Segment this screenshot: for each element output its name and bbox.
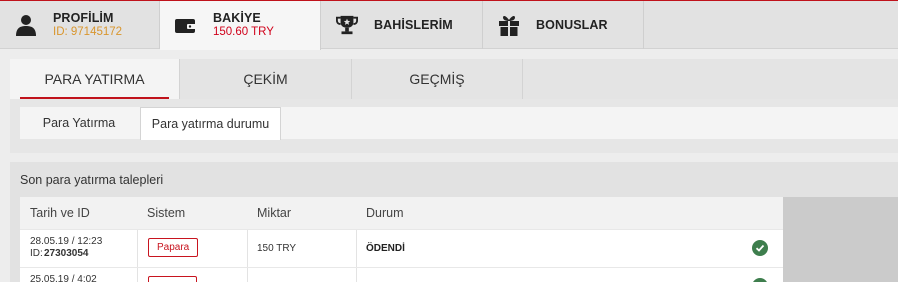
table-row[interactable]: 25.05.19 / 4:02 (20, 267, 783, 282)
option-deposit[interactable]: Para Yatırma (20, 107, 138, 139)
row-id-label: ID: (30, 248, 43, 259)
tab-bonuses[interactable]: BONUSLAR (483, 1, 644, 49)
deposit-subnav: PARA YATIRMA ÇEKİM GEÇMİŞ (10, 59, 898, 99)
row-date: 28.05.19 / 12:23 (30, 236, 103, 247)
tab-balance[interactable]: BAKİYE 150.60 TRY (160, 1, 321, 50)
option-deposit-label: Para Yatırma (42, 116, 116, 130)
account-top-nav: PROFİLİM ID: 97145172 BAKİYE 150.60 TRY … (0, 0, 898, 50)
row-amount: 150 TRY (257, 243, 297, 254)
row-id: 27303054 (44, 248, 89, 259)
user-icon (15, 14, 37, 36)
tab-withdraw-label: ÇEKİM (243, 71, 288, 87)
table-header: Tarih ve ID Sistem Miktar Durum (20, 197, 783, 229)
tab-history[interactable]: GEÇMİŞ (352, 59, 523, 99)
table-row[interactable]: 28.05.19 / 12:23 ID: 27303054 Papara 150… (20, 229, 783, 267)
recent-deposits-panel: Son para yatırma talepleri Tarih ve ID S… (10, 162, 898, 282)
tab-my-bets-title: BAHİSLERİM (374, 17, 453, 32)
option-deposit-status[interactable]: Para yatırma durumu (140, 107, 281, 140)
wallet-icon (175, 15, 197, 37)
check-circle-icon (752, 278, 768, 282)
balance-amount: 150.60 TRY (213, 26, 274, 38)
trophy-icon (336, 14, 358, 36)
tab-history-label: GEÇMİŞ (409, 71, 465, 87)
col-system: Sistem (147, 206, 186, 220)
col-date-id: Tarih ve ID (30, 206, 90, 220)
tab-profile[interactable]: PROFİLİM ID: 97145172 (0, 1, 160, 49)
tab-deposit-label: PARA YATIRMA (44, 71, 145, 87)
profile-id: ID: 97145172 (53, 25, 123, 38)
system-badge (148, 276, 197, 282)
deposit-sub-options: Para Yatırma Para yatırma durumu (10, 99, 898, 153)
tab-bonuses-title: BONUSLAR (536, 17, 608, 32)
tab-withdraw[interactable]: ÇEKİM (180, 59, 352, 99)
col-amount: Miktar (257, 206, 292, 220)
col-status: Durum (366, 206, 404, 220)
option-deposit-status-label: Para yatırma durumu (151, 117, 270, 131)
row-date: 25.05.19 / 4:02 (30, 274, 97, 282)
panel-title: Son para yatırma talepleri (20, 173, 164, 187)
tab-profile-title: PROFİLİM (53, 10, 114, 25)
deposits-table: Tarih ve ID Sistem Miktar Durum 28.05.19… (20, 197, 783, 282)
side-area (783, 197, 898, 282)
tab-deposit[interactable]: PARA YATIRMA (10, 59, 180, 99)
system-badge: Papara (148, 238, 199, 257)
check-circle-icon (752, 240, 768, 256)
tab-my-bets[interactable]: BAHİSLERİM (321, 1, 483, 49)
tab-balance-title: BAKİYE (213, 11, 261, 25)
gift-icon (498, 14, 520, 36)
row-status: ÖDENDİ (366, 243, 405, 254)
